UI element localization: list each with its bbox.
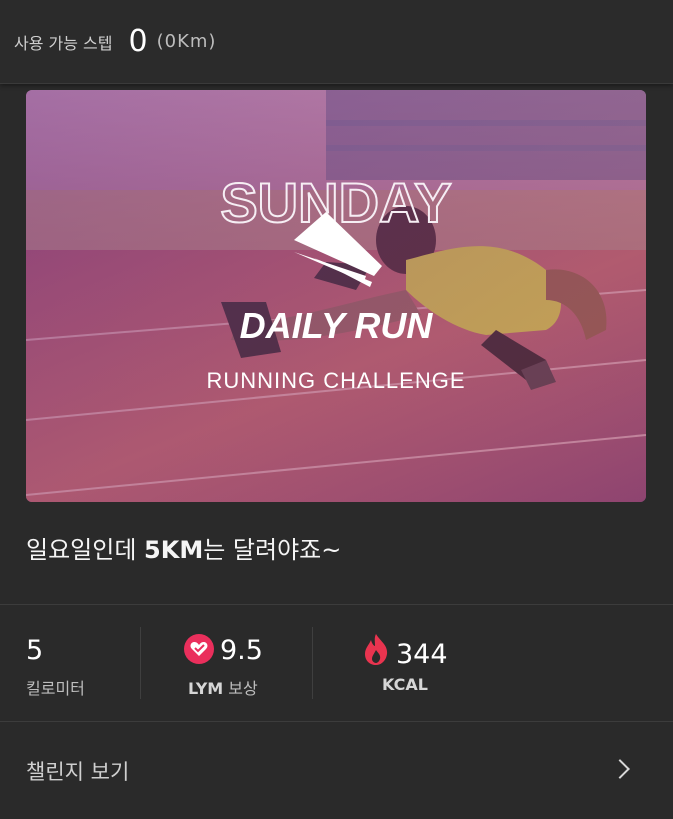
- challenge-title: 일요일인데 5KM는 달려야죠~: [26, 530, 646, 565]
- banner-title-text: DAILY RUN: [240, 305, 434, 346]
- stat-separator: [140, 627, 141, 699]
- stat-distance: 5 킬로미터: [26, 605, 136, 721]
- reward-stat-value-row: 9.5: [184, 633, 263, 667]
- stat-reward: 9.5 LYM 보상: [184, 605, 304, 721]
- heart-badge-icon: [184, 633, 214, 664]
- stat-separator: [312, 627, 313, 699]
- distance-value: (0Km): [156, 31, 217, 52]
- challenge-title-bold: 5KM: [144, 536, 204, 564]
- challenge-stats: 5 킬로미터 9.5 LYM 보상 344 KCAL: [0, 605, 673, 721]
- reward-stat-value: 9.5: [220, 635, 263, 666]
- challenge-title-prefix: 일요일인데: [26, 536, 145, 564]
- view-challenge-label[interactable]: 챌린지 보기: [26, 756, 129, 786]
- available-steps-label: 사용 가능 스텝: [14, 33, 113, 53]
- banner-subtitle-text: RUNNING CHALLENGE: [206, 368, 465, 393]
- calories-stat-caption: KCAL: [382, 675, 428, 694]
- top-status-bar: 사용 가능 스텝 0 (0Km): [0, 0, 673, 84]
- view-challenge-row[interactable]: 챌린지 보기: [0, 722, 673, 819]
- distance-stat-value: 5: [26, 635, 44, 666]
- challenge-title-suffix: 는 달려야죠~: [203, 536, 342, 564]
- challenge-banner-image[interactable]: SUNDAY DAILY RUN RUNNING CHALLENGE: [26, 90, 646, 502]
- stat-calories: 344 KCAL: [362, 605, 482, 721]
- reward-caption-bold: LYM: [188, 679, 224, 698]
- calories-stat-value: 344: [396, 639, 448, 670]
- calories-stat-value-row: 344: [362, 632, 448, 676]
- chevron-right-icon[interactable]: [610, 759, 630, 779]
- reward-caption-rest: 보상: [223, 679, 258, 698]
- steps-value: 0: [128, 24, 149, 59]
- distance-stat-caption: 킬로미터: [26, 679, 85, 698]
- flame-icon: [362, 632, 390, 673]
- reward-stat-caption: LYM 보상: [188, 675, 258, 699]
